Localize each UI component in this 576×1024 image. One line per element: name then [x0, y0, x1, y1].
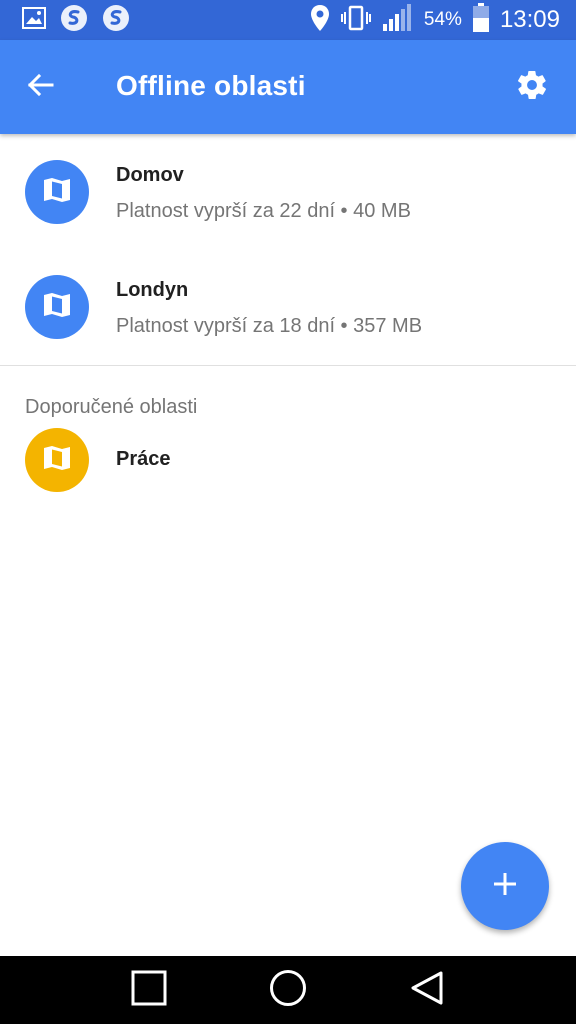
area-name: Londyn — [116, 279, 189, 301]
area-avatar — [25, 428, 89, 492]
swiftkey-icon — [102, 4, 130, 37]
home-circle-icon — [269, 969, 307, 1012]
section-header: Doporučené oblasti — [25, 396, 198, 418]
area-meta: Platnost vyprší za 22 dní • 40 MB — [116, 200, 411, 222]
battery-icon — [472, 2, 490, 38]
offline-areas-list: Domov Platnost vyprší za 22 dní • 40 MB … — [0, 134, 576, 514]
arrow-back-icon — [26, 73, 54, 102]
map-icon — [42, 175, 72, 210]
battery-percent: 54% — [423, 9, 462, 30]
settings-button[interactable] — [512, 67, 552, 107]
signal-icon — [382, 3, 414, 37]
list-item[interactable]: Londyn Platnost vyprší za 18 dní • 357 M… — [0, 249, 576, 364]
swiftkey-icon — [60, 4, 88, 37]
map-icon — [42, 443, 72, 478]
clock: 13:09 — [499, 6, 560, 33]
area-avatar — [25, 160, 89, 224]
home-button[interactable] — [258, 960, 318, 1020]
nav-back-button[interactable] — [397, 960, 457, 1020]
add-area-button[interactable] — [461, 842, 549, 930]
app-bar: Offline oblasti — [0, 40, 576, 134]
list-item[interactable]: Domov Platnost vyprší za 22 dní • 40 MB — [0, 134, 576, 249]
image-icon — [22, 6, 46, 34]
back-triangle-icon — [409, 970, 445, 1011]
list-item[interactable]: Práce — [0, 426, 576, 514]
recents-square-icon — [131, 970, 167, 1011]
back-button[interactable] — [20, 67, 60, 107]
area-name: Domov — [116, 164, 184, 186]
navigation-bar — [0, 956, 576, 1024]
vibrate-icon — [340, 4, 372, 37]
page-title: Offline oblasti — [116, 70, 306, 101]
area-name: Práce — [116, 448, 171, 470]
gear-icon — [515, 68, 549, 107]
location-icon — [310, 4, 330, 37]
area-meta: Platnost vyprší za 18 dní • 357 MB — [116, 315, 423, 337]
recents-button[interactable] — [119, 960, 179, 1020]
plus-icon — [492, 871, 518, 902]
status-bar: 54% 13:09 — [0, 0, 576, 40]
area-avatar — [25, 275, 89, 339]
map-icon — [42, 290, 72, 325]
